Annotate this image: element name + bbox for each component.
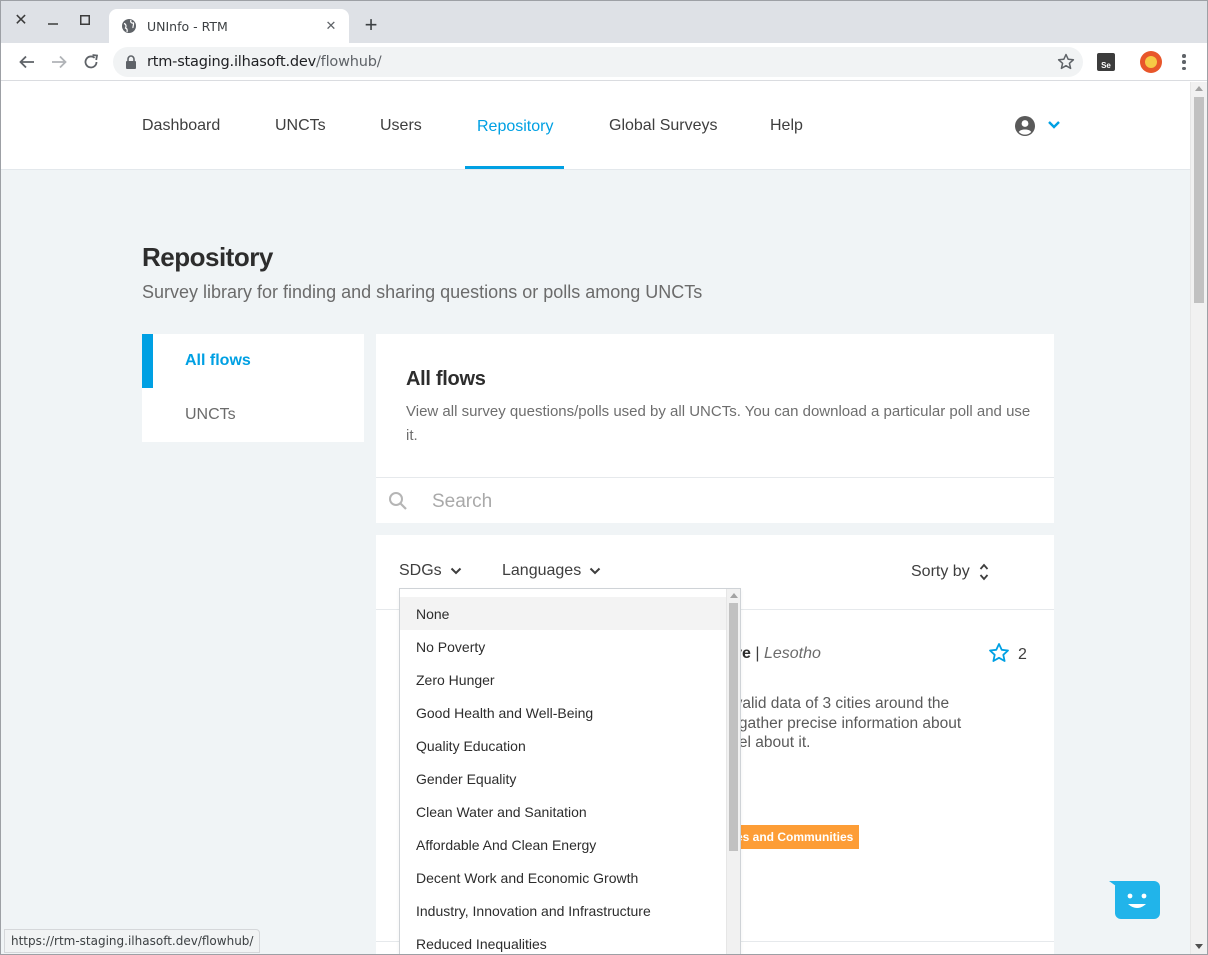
browser-tab[interactable]: UNInfo - RTM ✕: [109, 9, 349, 43]
scrollbar-thumb[interactable]: [1194, 97, 1204, 303]
browser-window: ✕ UNInfo - RTM ✕ + rtm-staging.ilhasoft.…: [0, 0, 1208, 955]
sdg-options-list: None No Poverty Zero Hunger Good Health …: [400, 597, 726, 954]
sdg-option[interactable]: Good Health and Well-Being: [400, 696, 726, 729]
sort-arrows-icon: [979, 563, 988, 581]
active-sidebar-indicator: [142, 334, 153, 388]
sdg-option[interactable]: No Poverty: [400, 630, 726, 663]
profile-avatar-icon[interactable]: [1140, 51, 1162, 73]
sdg-option[interactable]: Industry, Innovation and Infrastructure: [400, 894, 726, 927]
nav-users[interactable]: Users: [380, 117, 422, 135]
page-scrollbar[interactable]: [1190, 82, 1207, 954]
bookmark-star-icon[interactable]: [1057, 53, 1075, 71]
star-count: 2: [1018, 646, 1027, 663]
reload-icon[interactable]: [78, 49, 104, 75]
flow-description-line: feel about it.: [726, 734, 811, 751]
flow-description-line: f valid data of 3 cities around the: [726, 695, 950, 712]
nav-repository[interactable]: Repository: [477, 118, 553, 136]
back-arrow-icon[interactable]: [14, 49, 40, 75]
page-subtitle: Survey library for finding and sharing q…: [142, 282, 703, 302]
active-nav-indicator: [465, 166, 564, 169]
nav-help[interactable]: Help: [770, 117, 803, 135]
nav-global-surveys[interactable]: Global Surveys: [609, 117, 718, 135]
sdg-option[interactable]: Affordable And Clean Energy: [400, 828, 726, 861]
selenium-extension-icon[interactable]: Se: [1097, 53, 1115, 71]
flow-country: Lesotho: [763, 645, 821, 662]
search-input[interactable]: [432, 486, 1032, 518]
url-host: rtm-staging.ilhasoft.dev: [147, 54, 316, 70]
section-title: All flows: [406, 368, 486, 390]
browser-menu-icon[interactable]: [1175, 52, 1193, 72]
sort-by-control[interactable]: Sorty by: [911, 562, 989, 582]
flow-description: f valid data of 3 cities around the o ga…: [726, 694, 1026, 753]
chevron-down-icon: [450, 567, 461, 575]
window-close-icon[interactable]: ✕: [10, 9, 32, 31]
sidebar-item-all-flows[interactable]: All flows: [142, 334, 364, 388]
nav-uncts[interactable]: UNCTs: [275, 117, 326, 135]
languages-filter[interactable]: Languages: [502, 562, 601, 580]
url-text: rtm-staging.ilhasoft.dev/flowhub/: [147, 54, 382, 70]
sdgs-filter-label: SDGs: [399, 562, 442, 579]
tab-strip: ✕ UNInfo - RTM ✕ +: [1, 1, 1207, 43]
forward-arrow-icon[interactable]: [46, 49, 72, 75]
star-icon[interactable]: [988, 642, 1010, 664]
sidebar-item-label: All flows: [185, 352, 251, 369]
section-description: View all survey questions/polls used by …: [406, 403, 1031, 444]
sidebar-item-label: UNCTs: [185, 406, 236, 423]
sdg-option[interactable]: Reduced Inequalities: [400, 927, 726, 954]
sdg-option[interactable]: Clean Water and Sanitation: [400, 795, 726, 828]
scroll-up-arrow-icon[interactable]: [730, 593, 738, 598]
lock-icon: [126, 55, 136, 69]
sdg-option[interactable]: Decent Work and Economic Growth: [400, 861, 726, 894]
sdgs-filter[interactable]: SDGs: [399, 562, 462, 580]
languages-filter-label: Languages: [502, 562, 582, 579]
link-status-bar: https://rtm-staging.ilhasoft.dev/flowhub…: [4, 929, 261, 953]
tab-close-icon[interactable]: ✕: [323, 18, 339, 34]
top-navigation: Dashboard UNCTs Users Repository Global …: [1, 82, 1190, 170]
dropdown-scrollbar[interactable]: [726, 589, 740, 954]
page-title: Repository: [142, 242, 273, 272]
url-path: /flowhub/: [315, 54, 382, 70]
chat-bot-icon[interactable]: [1109, 881, 1161, 919]
sdg-option-none[interactable]: None: [400, 597, 726, 630]
search-icon: [389, 492, 407, 510]
sdg-dropdown-menu: None No Poverty Zero Hunger Good Health …: [399, 588, 741, 954]
browser-toolbar: rtm-staging.ilhasoft.dev/flowhub/ Se: [1, 43, 1207, 81]
tab-title: UNInfo - RTM: [147, 18, 228, 34]
new-tab-icon[interactable]: +: [359, 12, 383, 37]
sdg-option[interactable]: Zero Hunger: [400, 663, 726, 696]
scroll-up-arrow-icon[interactable]: [1195, 86, 1203, 91]
sdg-option[interactable]: Gender Equality: [400, 762, 726, 795]
nav-dashboard[interactable]: Dashboard: [142, 117, 220, 135]
chevron-down-icon[interactable]: [1047, 120, 1061, 130]
divider: [376, 477, 1054, 478]
all-flows-header-card: All flows View all survey questions/poll…: [376, 334, 1054, 523]
globe-icon: [122, 19, 136, 33]
scrollbar-thumb[interactable]: [729, 603, 738, 851]
user-circle-icon[interactable]: [1015, 116, 1035, 136]
title-separator: |: [755, 645, 760, 662]
sidebar: All flows UNCTs: [142, 334, 364, 442]
sdg-option[interactable]: Quality Education: [400, 729, 726, 762]
page-viewport: Dashboard UNCTs Users Repository Global …: [1, 82, 1190, 954]
sort-by-label: Sorty by: [911, 563, 970, 580]
address-bar[interactable]: rtm-staging.ilhasoft.dev/flowhub/: [113, 47, 1083, 77]
chevron-down-icon: [589, 567, 601, 575]
window-maximize-icon[interactable]: [74, 9, 96, 31]
sdg-tag: es and Communities: [726, 825, 859, 849]
window-minimize-icon[interactable]: [42, 9, 64, 31]
sidebar-item-uncts[interactable]: UNCTs: [142, 388, 364, 442]
scroll-down-arrow-icon[interactable]: [1195, 944, 1203, 949]
flow-description-line: o gather precise information about: [726, 714, 962, 732]
